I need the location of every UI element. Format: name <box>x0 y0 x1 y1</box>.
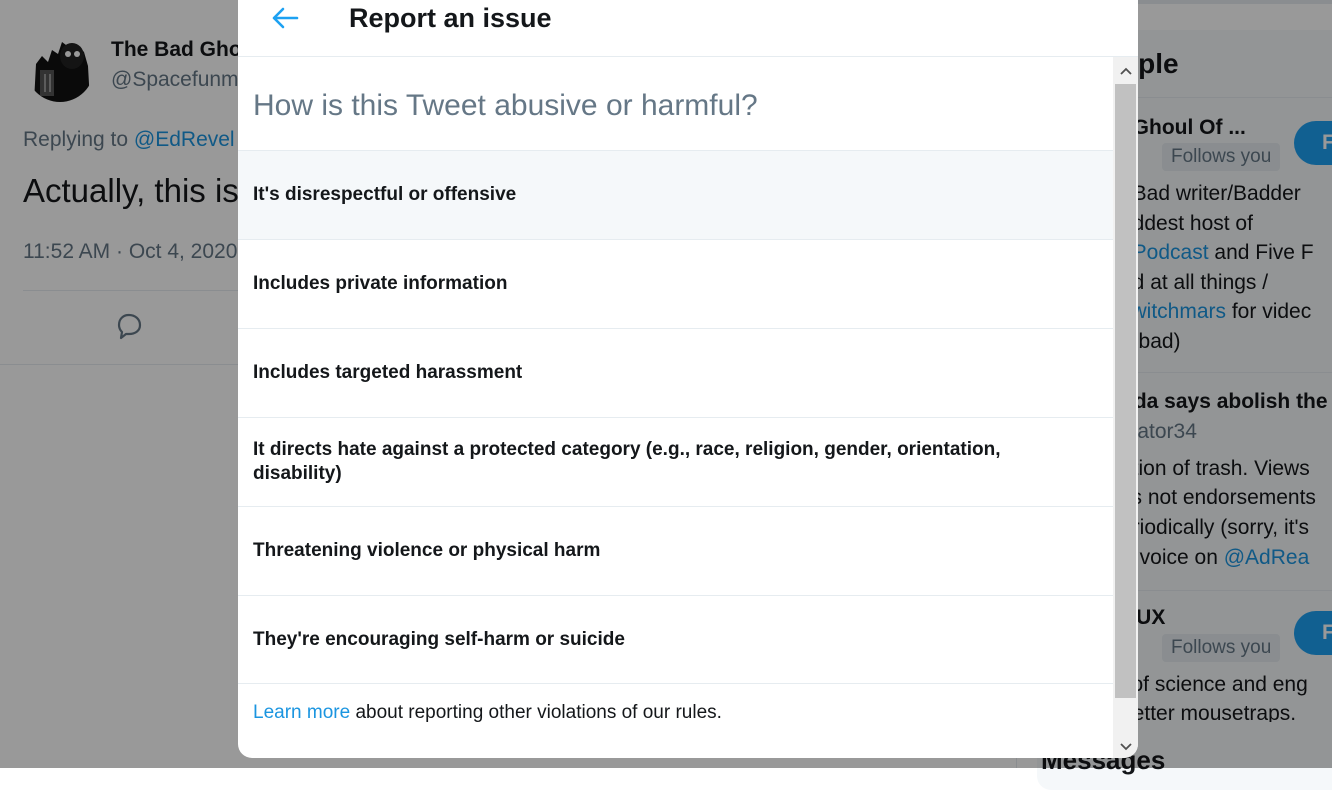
scroll-up-button[interactable] <box>1113 60 1138 82</box>
report-options-list: It's disrespectful or offensive Includes… <box>238 150 1113 684</box>
report-option-label: They're encouraging self-harm or suicide <box>253 628 625 650</box>
report-option[interactable]: It directs hate against a protected cate… <box>238 417 1113 506</box>
back-button[interactable] <box>266 2 302 34</box>
report-option[interactable]: Includes targeted harassment <box>238 328 1113 417</box>
footer-text: about reporting other violations of our … <box>350 702 722 723</box>
chevron-up-icon <box>1119 67 1132 75</box>
report-option-label: It directs hate against a protected cate… <box>253 439 1001 484</box>
report-option-label: Includes private information <box>253 273 508 294</box>
report-option-label: It's disrespectful or offensive <box>253 184 517 205</box>
chevron-down-icon <box>1119 743 1132 751</box>
report-option[interactable]: Includes private information <box>238 239 1113 328</box>
report-dialog: Report an issue How is this Tweet abusiv… <box>238 0 1138 758</box>
report-option[interactable]: They're encouraging self-harm or suicide <box>238 595 1113 684</box>
dialog-title: Report an issue <box>349 3 552 33</box>
report-option[interactable]: It's disrespectful or offensive <box>238 150 1113 239</box>
report-question: How is this Tweet abusive or harmful? <box>253 89 758 122</box>
scroll-down-button[interactable] <box>1113 736 1138 758</box>
report-option-label: Includes targeted harassment <box>253 362 523 383</box>
scrollbar[interactable] <box>1113 57 1138 758</box>
dialog-body: How is this Tweet abusive or harmful? It… <box>238 57 1113 758</box>
report-option-label: Threatening violence or physical harm <box>253 540 601 561</box>
dialog-header: Report an issue <box>238 0 1138 57</box>
arrow-left-icon <box>272 7 299 29</box>
learn-more-link[interactable]: Learn more <box>253 702 350 723</box>
dialog-footer: Learn more about reporting other violati… <box>253 702 722 724</box>
scrollbar-thumb[interactable] <box>1115 84 1136 698</box>
report-option[interactable]: Threatening violence or physical harm <box>238 506 1113 595</box>
